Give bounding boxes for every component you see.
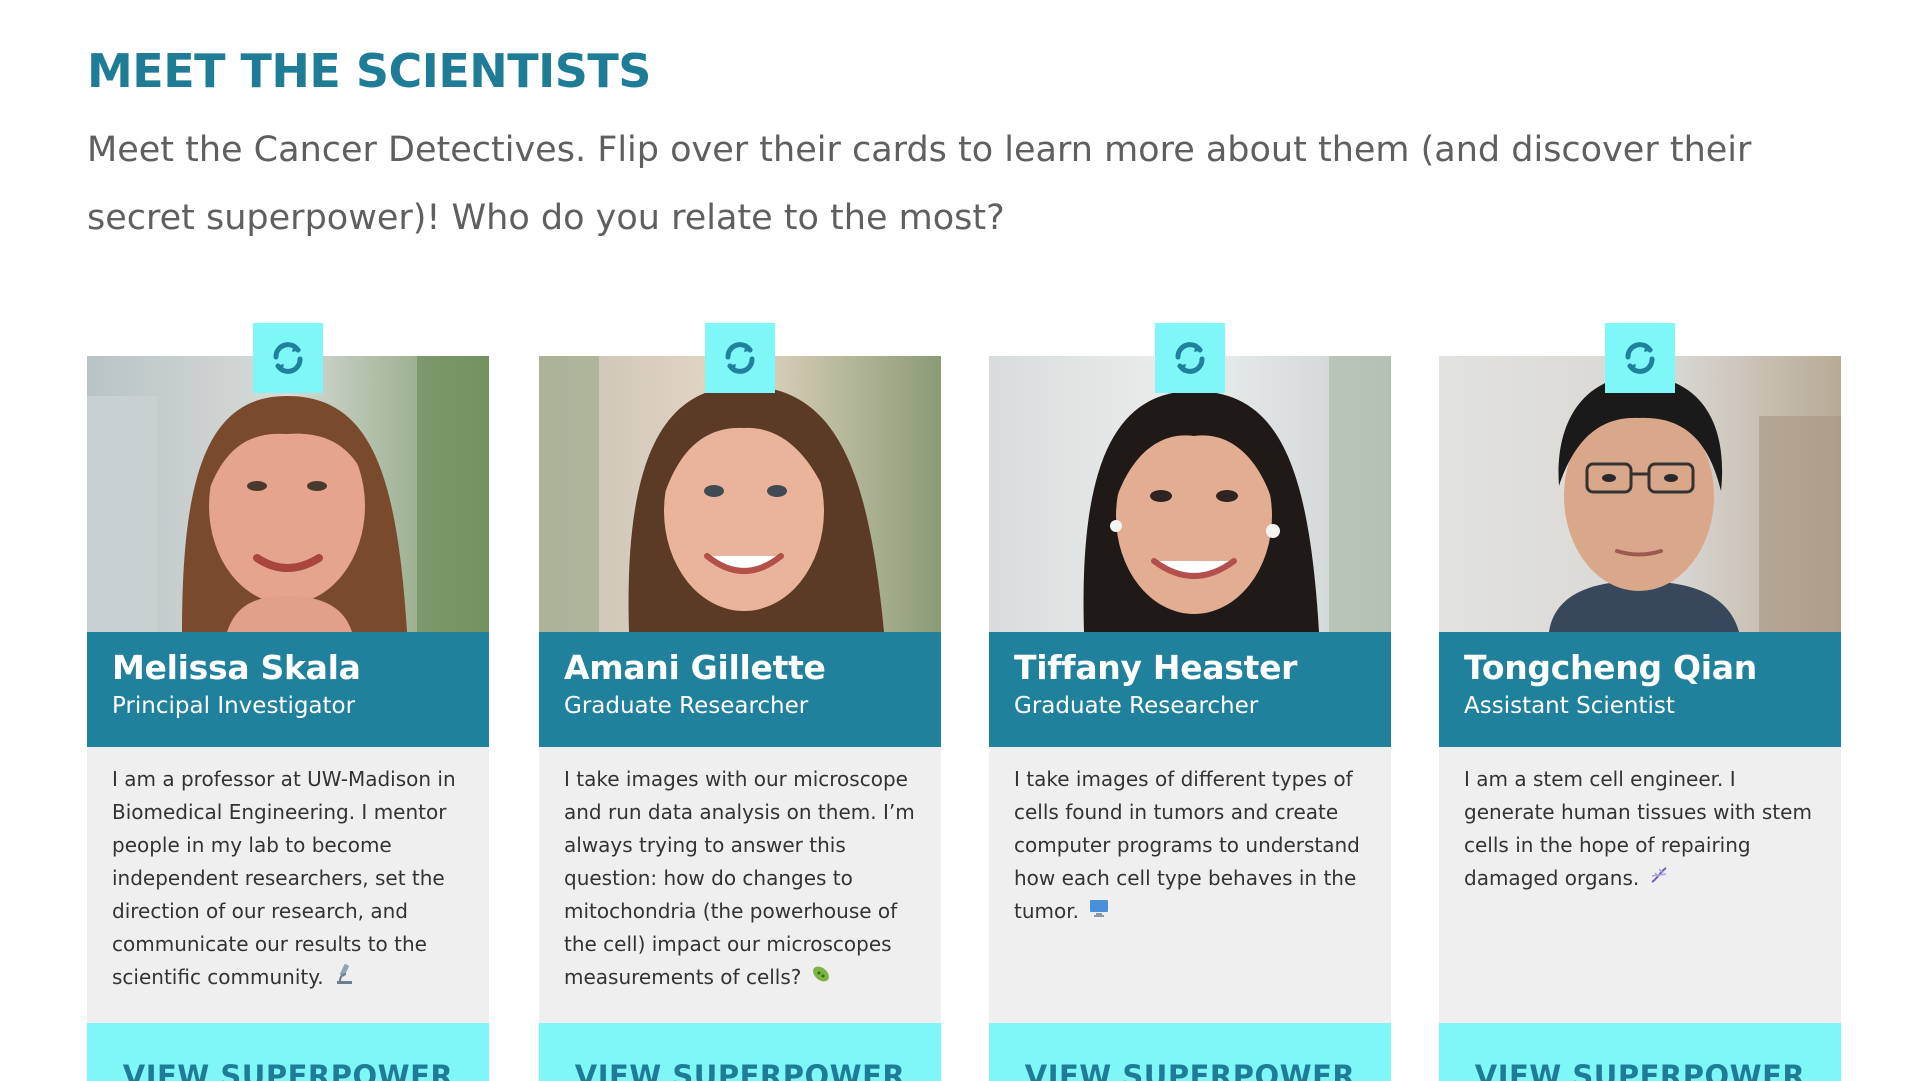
refresh-icon[interactable] [268, 338, 308, 378]
scientist-photo [989, 356, 1391, 632]
refresh-icon[interactable] [1170, 338, 1210, 378]
flip-card-button[interactable] [1605, 323, 1675, 393]
scientist-role: Graduate Researcher [564, 693, 809, 719]
scientist-name: Amani Gillette [564, 648, 826, 687]
scientist-bio: I take images with our microscope and ru… [539, 747, 941, 1023]
scientist-name: Tongcheng Qian [1464, 648, 1757, 687]
scientist-bio: I am a professor at UW-Madison in Biomed… [87, 747, 489, 1023]
card-header: Melissa Skala Principal Investigator [87, 632, 489, 747]
view-superpower-button[interactable]: VIEW SUPERPOWER [539, 1023, 941, 1081]
scientist-role: Principal Investigator [112, 693, 356, 719]
scientist-role: Assistant Scientist [1464, 693, 1675, 719]
page-title: MEET THE SCIENTISTS [87, 44, 651, 98]
scientist-card-tiffany-heaster[interactable]: Tiffany Heaster Graduate Researcher I ta… [989, 323, 1391, 1081]
scientist-photo [1439, 356, 1841, 632]
refresh-icon[interactable] [1620, 338, 1660, 378]
scientist-card-tongcheng-qian[interactable]: Tongcheng Qian Assistant Scientist I am … [1439, 323, 1841, 1081]
scientist-photo [87, 356, 489, 632]
bio-text: I take images of different types of cell… [1014, 767, 1360, 923]
intro-text: Meet the Cancer Detectives. Flip over th… [87, 130, 1752, 238]
bio-text: I am a stem cell engineer. I generate hu… [1464, 767, 1812, 890]
flip-card-button[interactable] [1155, 323, 1225, 393]
microbe-icon [809, 962, 833, 996]
flip-card-button[interactable] [705, 323, 775, 393]
microscope-icon [332, 962, 356, 996]
view-superpower-button[interactable]: VIEW SUPERPOWER [87, 1023, 489, 1081]
dna-icon [1647, 863, 1671, 897]
scientist-card-amani-gillette[interactable]: Amani Gillette Graduate Researcher I tak… [539, 323, 941, 1081]
scientist-photo [539, 356, 941, 632]
view-superpower-button[interactable]: VIEW SUPERPOWER [989, 1023, 1391, 1081]
flip-card-button[interactable] [253, 323, 323, 393]
scientist-bio: I take images of different types of cell… [989, 747, 1391, 1023]
scientist-bio: I am a stem cell engineer. I generate hu… [1439, 747, 1841, 1023]
computer-icon [1087, 896, 1111, 930]
bio-text: I am a professor at UW-Madison in Biomed… [112, 767, 456, 989]
scientist-name: Tiffany Heaster [1014, 648, 1298, 687]
scientist-role: Graduate Researcher [1014, 693, 1259, 719]
scientist-name: Melissa Skala [112, 648, 361, 687]
refresh-icon[interactable] [720, 338, 760, 378]
card-header: Amani Gillette Graduate Researcher [539, 632, 941, 747]
scientist-cards: Melissa Skala Principal Investigator I a… [87, 323, 1847, 1081]
card-header: Tongcheng Qian Assistant Scientist [1439, 632, 1841, 747]
view-superpower-button[interactable]: VIEW SUPERPOWER [1439, 1023, 1841, 1081]
card-header: Tiffany Heaster Graduate Researcher [989, 632, 1391, 747]
bio-text: I take images with our microscope and ru… [564, 767, 915, 989]
scientist-card-melissa-skala[interactable]: Melissa Skala Principal Investigator I a… [87, 323, 489, 1081]
